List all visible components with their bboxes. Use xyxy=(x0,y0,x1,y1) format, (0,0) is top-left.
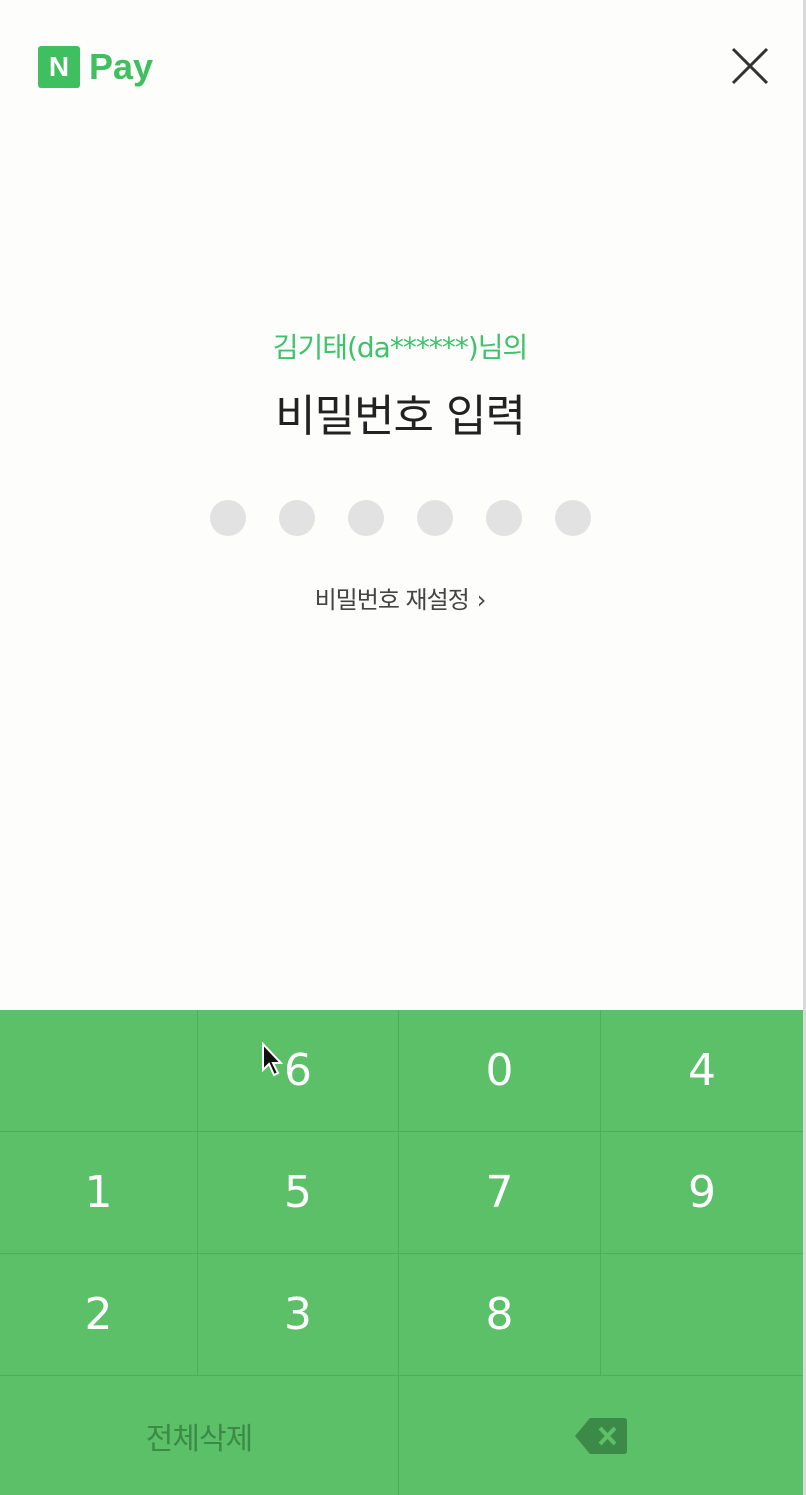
keypad-key[interactable]: 2 xyxy=(0,1254,198,1376)
close-button[interactable] xyxy=(728,44,772,88)
keypad-key[interactable]: 7 xyxy=(399,1132,601,1254)
logo-n-mark: N xyxy=(38,46,80,88)
npay-logo: N Pay xyxy=(38,46,153,88)
keypad-key[interactable]: 9 xyxy=(601,1132,803,1254)
pin-dot xyxy=(416,500,453,536)
keypad-key[interactable]: 0 xyxy=(399,1010,601,1132)
backspace-icon xyxy=(575,1417,627,1454)
close-icon xyxy=(731,47,769,85)
clear-all-button[interactable]: 전체삭제 xyxy=(0,1376,399,1495)
chevron-right-icon: › xyxy=(476,586,487,614)
keypad-key-empty[interactable] xyxy=(0,1010,198,1132)
mouse-pointer-icon xyxy=(262,1042,284,1077)
keypad-key[interactable]: 4 xyxy=(601,1010,803,1132)
pin-dot xyxy=(485,500,522,536)
password-reset-link[interactable]: 비밀번호 재설정 › xyxy=(0,580,800,615)
pin-dot xyxy=(209,500,246,536)
logo-text: Pay xyxy=(89,46,154,87)
page-title: 비밀번호 입력 xyxy=(275,391,526,442)
password-reset-label: 비밀번호 재설정 xyxy=(314,586,470,614)
keypad-key[interactable]: 1 xyxy=(0,1132,198,1254)
npay-password-page: N Pay 김기태(da******)님의 비밀번호 입력 비밀번호 재설정 › … xyxy=(0,0,806,1495)
keypad-key[interactable]: 6 xyxy=(198,1010,399,1132)
pin-indicator xyxy=(0,500,800,536)
keypad-key[interactable]: 3 xyxy=(198,1254,399,1376)
backspace-button[interactable] xyxy=(399,1376,803,1495)
secure-keypad: 6 0 4 1 5 7 9 2 3 8 전체삭제 xyxy=(0,1010,803,1495)
keypad-key[interactable]: 8 xyxy=(399,1254,601,1376)
keypad-key-empty[interactable] xyxy=(601,1254,803,1376)
keypad-key[interactable]: 5 xyxy=(198,1132,399,1254)
pin-dot xyxy=(278,500,315,536)
user-subtitle: 김기태(da******)님의 xyxy=(272,331,529,364)
pin-dot xyxy=(554,500,591,536)
pin-dot xyxy=(347,500,384,536)
